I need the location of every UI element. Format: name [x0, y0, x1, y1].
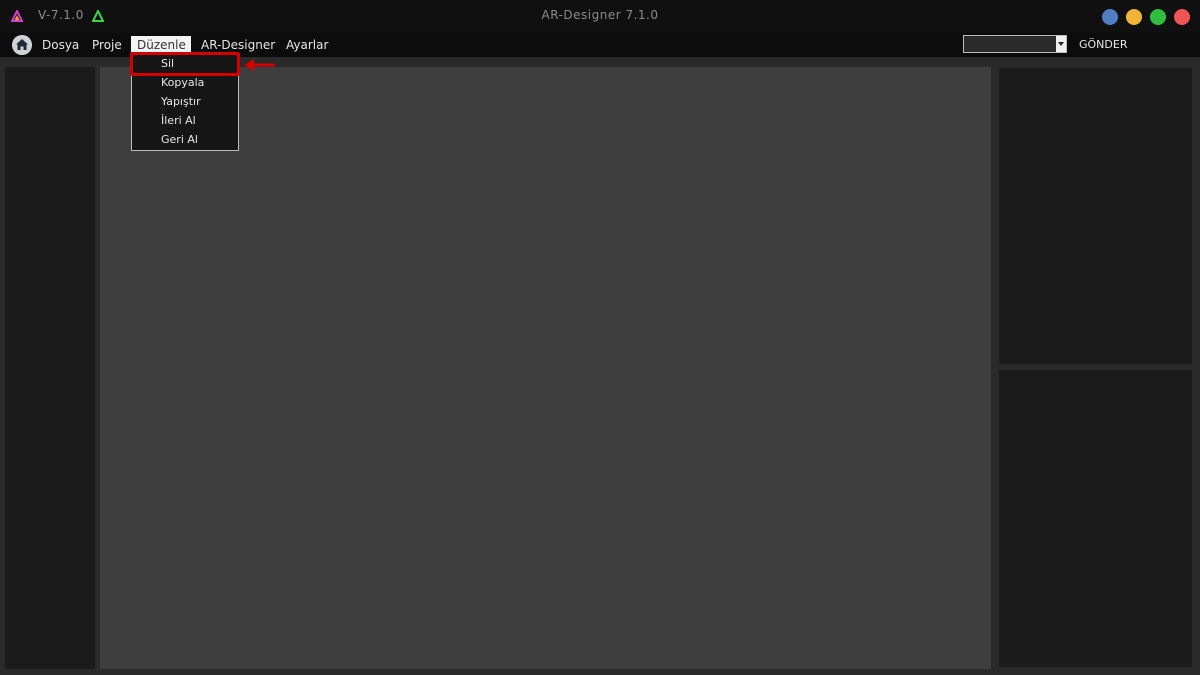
menu-item-geri-al[interactable]: Geri Al	[161, 131, 198, 149]
menu-dosya[interactable]: Dosya	[36, 36, 85, 54]
app-window: V-7.1.0 AR-Designer 7.1.0 Dosya Proje Dü…	[0, 0, 1200, 675]
menu-proje[interactable]: Proje	[86, 36, 128, 54]
window-title: AR-Designer 7.1.0	[541, 8, 659, 22]
menu-item-ileri-al[interactable]: İleri Al	[161, 112, 196, 130]
maximize-button[interactable]	[1126, 9, 1142, 25]
send-button[interactable]: GÖNDER	[1079, 36, 1127, 54]
menu-item-yapistir[interactable]: Yapıştır	[161, 93, 201, 111]
highlight-box	[130, 52, 240, 76]
design-canvas[interactable]	[100, 67, 991, 669]
right-panel-bottom	[999, 370, 1192, 667]
chevron-down-icon[interactable]	[1056, 36, 1066, 52]
minimize-button[interactable]	[1102, 9, 1118, 25]
left-panel	[5, 67, 95, 669]
device-select[interactable]	[963, 35, 1067, 53]
right-panel-top	[999, 68, 1192, 364]
close-button[interactable]	[1174, 9, 1190, 25]
menu-item-kopyala[interactable]: Kopyala	[161, 74, 204, 92]
menu-ayarlar[interactable]: Ayarlar	[280, 36, 334, 54]
home-icon[interactable]	[12, 35, 32, 55]
annotation-arrow-icon	[244, 59, 275, 71]
fullscreen-button[interactable]	[1150, 9, 1166, 25]
title-bar: V-7.1.0 AR-Designer 7.1.0	[0, 0, 1200, 33]
